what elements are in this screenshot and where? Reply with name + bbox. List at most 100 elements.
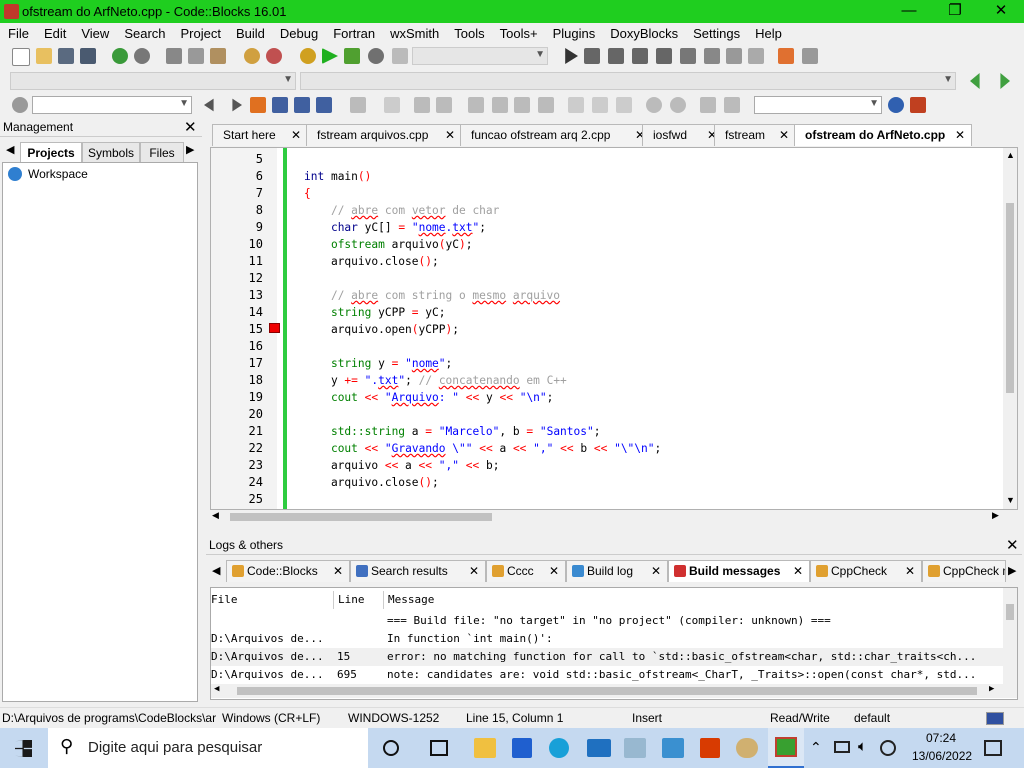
tab-symbols[interactable]: Symbols <box>82 142 140 162</box>
new-file-icon[interactable] <box>12 48 30 66</box>
maximize-button[interactable]: ❐ <box>932 0 978 23</box>
paint-icon[interactable] <box>736 738 758 758</box>
microsoft-store-icon[interactable] <box>512 738 532 758</box>
message-row[interactable]: D:\Arquivos de... 695 note: candidates a… <box>211 666 1003 684</box>
rect-tool-icon[interactable] <box>384 97 400 113</box>
debug-info-icon[interactable] <box>802 48 818 64</box>
file-explorer-icon[interactable] <box>474 738 496 758</box>
tab-scroll-left-icon[interactable]: ◀ <box>6 143 14 156</box>
task-view-icon[interactable] <box>430 740 448 756</box>
layout-c-icon[interactable] <box>616 97 632 113</box>
tab-close-icon[interactable]: ✕ <box>779 125 789 146</box>
app-icon[interactable] <box>624 738 646 758</box>
code-line[interactable]: arquivo.close(); <box>304 255 439 268</box>
code-line[interactable]: cout << "Gravando \"" << a << "," << b <… <box>304 442 661 455</box>
start-windows-icon[interactable] <box>15 740 32 757</box>
code-line[interactable]: // abre com string o mesmo arquivo <box>304 289 560 302</box>
tab-scroll-right-icon[interactable]: ▶ <box>1008 564 1016 577</box>
find-icon[interactable] <box>244 48 260 64</box>
close-panel-icon[interactable]: ✕ <box>184 118 197 136</box>
stop-debugger-icon[interactable] <box>748 48 764 64</box>
scope-select[interactable]: ▼ <box>10 72 296 90</box>
scroll-down-icon[interactable]: ▼ <box>1006 495 1015 505</box>
messages-vscroll-thumb[interactable] <box>1006 604 1014 620</box>
network-icon[interactable] <box>834 741 850 753</box>
code-line[interactable]: y += ".txt"; // concatenando em C++ <box>304 374 567 387</box>
code-line[interactable]: arquivo << a << "," << b; <box>304 459 500 472</box>
text-tool-icon[interactable] <box>436 97 452 113</box>
debug-windows-icon[interactable] <box>778 48 794 64</box>
cortana-icon[interactable] <box>383 740 399 756</box>
save-all-icon[interactable] <box>80 48 96 64</box>
function-select[interactable]: ▼ <box>300 72 956 90</box>
editor-tab[interactable]: fstream arquivos.cpp ✕ <box>306 124 462 146</box>
column-header-file[interactable]: File <box>211 591 238 609</box>
clock-date[interactable]: 13/06/2022 <box>912 749 972 763</box>
close-logs-icon[interactable]: ✕ <box>1006 536 1019 554</box>
contacts-card-icon[interactable] <box>662 738 684 758</box>
codeblocks-taskbar-button[interactable] <box>768 728 804 768</box>
editor-vertical-scrollbar[interactable]: ▲ ▼ <box>1003 148 1017 509</box>
code-line[interactable]: string yCPP = yC; <box>304 306 446 319</box>
step-out-icon[interactable] <box>656 48 672 64</box>
column-header-message[interactable]: Message <box>383 591 434 609</box>
show-hidden-icons-icon[interactable]: ⌃ <box>810 739 822 756</box>
messages-hscroll-thumb[interactable] <box>237 687 977 695</box>
editor-vscroll-thumb[interactable] <box>1006 203 1014 393</box>
step-instruction-icon[interactable] <box>704 48 720 64</box>
jump-forward-icon[interactable] <box>1000 73 1010 89</box>
highlight-icon[interactable] <box>250 97 266 113</box>
messages-horizontal-scrollbar[interactable]: ◀ ▶ <box>211 684 1017 698</box>
replace-icon[interactable] <box>266 48 282 64</box>
run-icon[interactable] <box>322 48 338 64</box>
next-line-icon[interactable] <box>608 48 624 64</box>
log-tab[interactable]: Search results ✕ <box>350 560 486 582</box>
column-header-line[interactable]: Line <box>333 591 365 609</box>
editor-tab[interactable]: iosfwd ✕ <box>642 124 724 146</box>
rebuild-icon[interactable] <box>368 48 384 64</box>
menu-fortran[interactable]: Fortran <box>325 23 382 44</box>
build-and-run-icon[interactable] <box>344 48 360 64</box>
match-case-icon[interactable] <box>294 97 310 113</box>
breakpoint-marker[interactable] <box>269 323 280 333</box>
step-into-icon[interactable] <box>632 48 648 64</box>
log-tab[interactable]: Build log ✕ <box>566 560 668 582</box>
menu-help[interactable]: Help <box>747 23 789 44</box>
menu-build[interactable]: Build <box>228 23 272 44</box>
align-center-icon[interactable] <box>492 97 508 113</box>
log-tab[interactable]: CppCheck m <box>922 560 1006 582</box>
tab-close-icon[interactable]: ✕ <box>905 561 915 582</box>
code-line[interactable]: cout << "Arquivo: " << y << "\n"; <box>304 391 553 404</box>
find-next-icon[interactable] <box>232 98 242 112</box>
open-folder-icon[interactable] <box>36 48 52 64</box>
menu-tools-plus[interactable]: Tools+ <box>492 23 545 44</box>
save-icon[interactable] <box>58 48 74 64</box>
clear-search-icon[interactable] <box>12 97 28 113</box>
clock-time[interactable]: 07:24 <box>926 731 956 745</box>
code-line[interactable]: char yC[] = "nome.txt"; <box>304 221 486 234</box>
tab-close-icon[interactable]: ✕ <box>549 561 559 582</box>
run-to-cursor-icon[interactable] <box>584 48 600 64</box>
scroll-left-icon[interactable]: ◀ <box>214 684 219 694</box>
code-line[interactable]: string y = "nome"; <box>304 357 452 370</box>
selected-text-only-icon[interactable] <box>272 97 288 113</box>
layout-a-icon[interactable] <box>568 97 584 113</box>
editor-horizontal-scrollbar[interactable]: ◀ ▶ <box>210 510 1008 524</box>
regex-icon[interactable] <box>316 97 332 113</box>
edge-browser-icon[interactable] <box>549 738 569 758</box>
message-row[interactable]: D:\Arquivos de... 15 error: no matching … <box>211 648 1003 666</box>
debug-continue-icon[interactable] <box>565 48 578 64</box>
align-left-icon[interactable] <box>468 97 484 113</box>
build-gear-icon[interactable] <box>300 48 316 64</box>
jump-back-icon[interactable] <box>970 73 980 89</box>
redo-icon[interactable] <box>134 48 150 64</box>
taskbar-search-input[interactable]: Digite aqui para pesquisar <box>88 739 262 756</box>
code-line[interactable]: int main() <box>304 170 371 183</box>
symbol-c-icon[interactable] <box>724 97 740 113</box>
minimize-button[interactable]: — <box>886 0 932 23</box>
log-tab[interactable]: Cccc ✕ <box>486 560 566 582</box>
layout-b-icon[interactable] <box>592 97 608 113</box>
scroll-right-icon[interactable]: ▶ <box>992 510 999 521</box>
editor-tab-active[interactable]: ofstream do ArfNeto.cpp ✕ <box>794 124 972 146</box>
editor-hscroll-thumb[interactable] <box>230 513 492 521</box>
